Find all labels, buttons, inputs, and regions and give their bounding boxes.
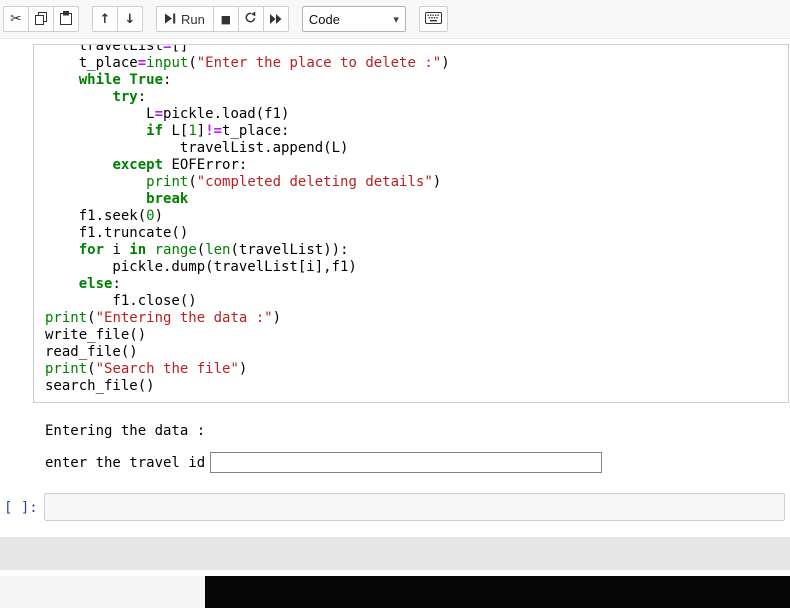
code-line: L=pickle.load(f1) <box>45 106 290 122</box>
code-line: read_file() <box>45 344 138 360</box>
code-line: while True: <box>78 72 172 88</box>
stop-icon: ■ <box>220 12 232 26</box>
code-line: travelList=[] <box>45 45 189 54</box>
interrupt-kernel-button[interactable]: ■ <box>212 6 239 32</box>
bottom-left-band <box>0 576 205 608</box>
code-line: if L[1]!=t_place: <box>146 123 290 139</box>
restart-run-all-button[interactable] <box>262 6 289 32</box>
arrow-down-icon: ↓ <box>124 11 136 27</box>
copy-cell-button[interactable] <box>28 6 54 32</box>
move-cell-down-button[interactable]: ↓ <box>117 6 143 32</box>
run-button[interactable]: Run <box>156 6 214 32</box>
empty-cell-editor[interactable] <box>44 493 785 521</box>
arrow-up-icon: ↑ <box>99 11 111 27</box>
command-palette-button[interactable] <box>418 6 448 32</box>
copy-icon <box>34 11 48 28</box>
code-line: write_file() <box>45 327 147 343</box>
keyboard-icon <box>424 11 442 27</box>
code-line: f1.truncate() <box>45 225 189 241</box>
toolbar: ✂ ↑ ↓ Run ■ Code ▾ <box>0 0 790 39</box>
move-button-group: ↑ ↓ <box>92 6 143 32</box>
fast-forward-icon <box>269 12 282 27</box>
clipboard-button-group: ✂ <box>3 6 79 32</box>
jupyter-notebook-window: ✂ ↑ ↓ Run ■ Code ▾ travelList=[] t_place… <box>0 0 790 608</box>
scissors-icon: ✂ <box>10 11 22 27</box>
code-line: break <box>146 191 189 207</box>
code-line: except EOFError: <box>112 157 248 173</box>
paste-cell-button[interactable] <box>53 6 79 32</box>
code-line: print("Search the file") <box>45 361 248 377</box>
move-cell-up-button[interactable]: ↑ <box>92 6 118 32</box>
stdin-prompt-text: enter the travel id <box>45 454 206 471</box>
cell-type-select[interactable]: Code ▾ <box>301 6 406 32</box>
step-forward-icon <box>165 12 176 27</box>
chevron-down-icon: ▾ <box>393 12 399 26</box>
page-background-band <box>0 537 790 570</box>
stdout-text: Entering the data : <box>45 423 206 439</box>
restart-kernel-button[interactable] <box>237 6 264 32</box>
code-line: print("completed deleting details") <box>146 174 442 190</box>
code-line: try: <box>112 89 147 105</box>
run-label: Run <box>181 11 205 27</box>
code-line: pickle.dump(travelList[i],f1) <box>45 259 357 275</box>
code-line: travelList.append(L) <box>45 140 349 156</box>
run-button-group: Run ■ <box>156 6 289 32</box>
code-lines: travelList=[] t_place=input("Enter the p… <box>34 45 788 402</box>
stdin-row: enter the travel id <box>45 452 603 473</box>
stdin-input[interactable] <box>210 452 603 473</box>
paste-icon <box>59 10 73 28</box>
cut-cell-button[interactable]: ✂ <box>3 6 29 32</box>
empty-cell-prompt: [ ]: <box>4 500 38 516</box>
code-line: search_file() <box>45 378 155 394</box>
code-line: f1.seek(0) <box>45 208 164 224</box>
restart-icon <box>244 11 257 27</box>
cell-type-value: Code <box>308 11 340 27</box>
bottom-black-bar <box>205 576 790 608</box>
code-line: f1.close() <box>45 293 197 309</box>
code-cell-editor[interactable]: travelList=[] t_place=input("Enter the p… <box>33 44 789 403</box>
code-line: for i in range(len(travelList)): <box>78 242 349 258</box>
code-line: print("Entering the data :") <box>45 310 282 326</box>
code-line: t_place=input("Enter the place to delete… <box>45 55 450 71</box>
code-line: else: <box>78 276 121 292</box>
